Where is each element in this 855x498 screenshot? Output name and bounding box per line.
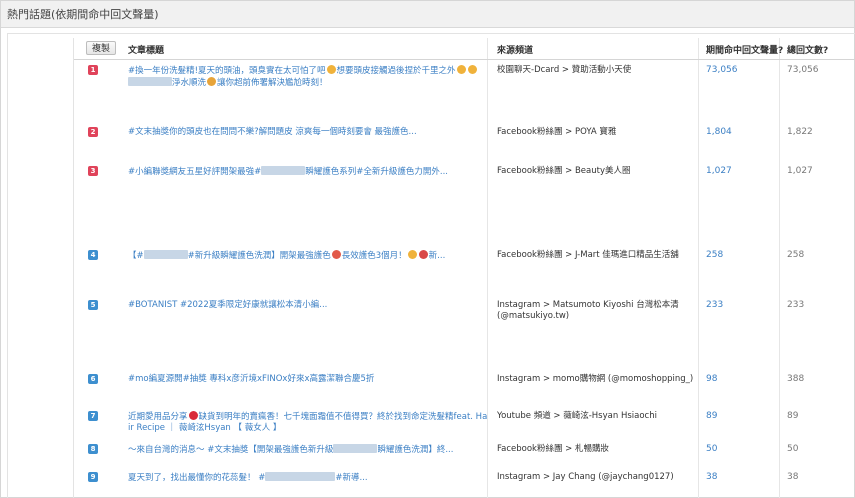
total-replies: 1,822 xyxy=(787,127,813,137)
period-volume-link[interactable]: 233 xyxy=(706,300,723,311)
rank-badge: 2 xyxy=(88,127,98,137)
period-volume-link[interactable]: 38 xyxy=(706,472,717,483)
period-volume-link[interactable]: 73,056 xyxy=(706,65,738,76)
emoji-icon xyxy=(326,65,336,74)
rank-badge: 7 xyxy=(88,411,98,421)
emoji-icon xyxy=(407,250,417,259)
article-title-link[interactable]: 近期愛用品分享 缺貨到明年的賣瘋香！七千塊面霜值不值得買？終於找到命定洗髮精fea… xyxy=(128,411,488,434)
source-channel: Facebook粉絲團 > J-Mart 佳瑪進口精品生活舖 xyxy=(497,250,679,260)
panel-title: 熱門話題(依期間命中回文聲量) xyxy=(1,1,854,28)
source-channel: Instagram > Matsumoto Kiyoshi 台灣松本清 (@ma… xyxy=(497,300,679,321)
heart-icon xyxy=(188,411,198,420)
emoji-icon xyxy=(331,250,341,259)
column-divider xyxy=(698,38,699,498)
copy-button[interactable]: 複製 xyxy=(86,41,117,55)
column-divider xyxy=(779,38,780,498)
rank-badge: 3 xyxy=(88,166,98,176)
period-volume-link[interactable]: 1,027 xyxy=(706,166,732,177)
total-replies: 233 xyxy=(787,300,805,310)
source-channel: Instagram > momo購物網 (@momoshopping_) xyxy=(497,374,694,384)
table-outer-border-top xyxy=(7,33,855,34)
source-channel: Facebook粉絲團 > POYA 寶雅 xyxy=(497,127,617,137)
total-replies: 258 xyxy=(787,250,805,260)
article-title-link[interactable]: #小編聯獎網友五星好評開架最強# 瞬耀護色系列#全新升級護色力開外... xyxy=(128,166,488,178)
emoji-icon xyxy=(207,77,217,86)
period-volume-link[interactable]: 50 xyxy=(706,444,717,455)
article-title-link[interactable]: ～來自台灣的消息～ #文末抽獎【開架最強護色新升級 瞬耀護色洗潤】終... xyxy=(128,444,488,456)
rank-badge: 9 xyxy=(88,472,98,482)
rank-badge: 6 xyxy=(88,374,98,384)
total-replies: 388 xyxy=(787,374,805,384)
header-source[interactable]: 來源頻道 xyxy=(497,43,533,56)
header-total-replies[interactable]: 總回文數? xyxy=(787,43,828,56)
source-channel: 校園聊天-Dcard > 贊助活動小天使 xyxy=(497,65,632,75)
article-title-link[interactable]: #mo編夏源開#抽獎 專科x彦沂境xFINOx好來x高露潔聯合慶5折 xyxy=(128,374,488,385)
redacted-text xyxy=(261,166,306,175)
source-channel: Instagram > Jay Chang (@jaychang0127) xyxy=(497,472,674,482)
table-outer-border-left xyxy=(7,33,8,498)
source-channel: Youtube 頻道 > 薇崎泫-Hsyan Hsiaochi xyxy=(497,411,657,421)
emoji-icon xyxy=(418,250,428,259)
period-volume-link[interactable]: 258 xyxy=(706,250,723,261)
redacted-text xyxy=(265,472,336,481)
total-replies: 1,027 xyxy=(787,166,813,176)
source-channel: Facebook粉絲團 > Beauty美人圈 xyxy=(497,166,631,176)
total-replies: 73,056 xyxy=(787,65,819,75)
redacted-text xyxy=(128,77,172,86)
article-title-link[interactable]: 【# #新升級瞬耀護色洗潤】開架最強護色 長效護色3個月！ 新... xyxy=(128,250,488,262)
redacted-text xyxy=(333,444,378,453)
period-volume-link[interactable]: 1,804 xyxy=(706,127,732,138)
header-period-volume[interactable]: 期間命中回文聲量? xyxy=(706,43,783,56)
article-title-link[interactable]: 夏天到了，找出最懂你的花蕊髮！ # #新導... xyxy=(128,472,488,484)
article-title-link[interactable]: #換一年份洗髮精!夏天的頭油，頭臭實在太可怕了吧 想要頭皮接觸過後捏於千里之外淨水… xyxy=(128,65,488,89)
rank-badge: 8 xyxy=(88,444,98,454)
period-volume-link[interactable]: 89 xyxy=(706,411,717,422)
header-title[interactable]: 文章標題 xyxy=(128,43,164,56)
rank-badge: 1 xyxy=(88,65,98,75)
redacted-text xyxy=(143,250,188,259)
article-title-link[interactable]: #BOTANIST #2022夏季限定好康就讓松本清小編... xyxy=(128,300,488,311)
rank-badge: 5 xyxy=(88,300,98,310)
source-channel: Facebook粉絲團 > 札暢購妝 xyxy=(497,444,609,454)
article-title-link[interactable]: #文末抽獎你的頭皮也在問問不樂?解問題皮 涼爽每一個時刻要會 最強護色... xyxy=(128,127,488,138)
total-replies: 38 xyxy=(787,472,799,482)
rank-badge: 4 xyxy=(88,250,98,260)
total-replies: 89 xyxy=(787,411,799,421)
emoji-icon xyxy=(467,65,477,74)
table-header: 複製 文章標題 來源頻道 期間命中回文聲量? 總回文數? xyxy=(74,38,855,60)
period-volume-link[interactable]: 98 xyxy=(706,374,717,385)
hot-topics-table: 複製 文章標題 來源頻道 期間命中回文聲量? 總回文數? 1 #換一年份洗髮精!… xyxy=(73,38,855,498)
total-replies: 50 xyxy=(787,444,799,454)
emoji-icon xyxy=(456,65,466,74)
